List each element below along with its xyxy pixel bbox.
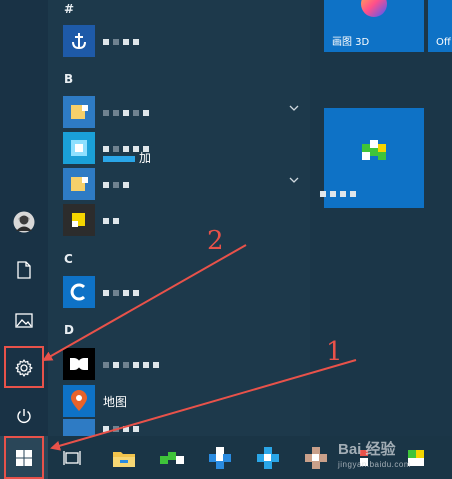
annotation-arrows <box>42 244 357 451</box>
arrow-to-settings <box>42 244 247 361</box>
step-1-label: 1 <box>326 337 343 367</box>
watermark: Bai 经验 jingyan.baidu.com <box>338 438 411 469</box>
arrow-to-start <box>50 359 357 451</box>
watermark-main: Bai 经验 <box>338 441 396 458</box>
watermark-sub: jingyan.baidu.com <box>338 460 411 469</box>
step-2-label: 2 <box>207 226 224 256</box>
